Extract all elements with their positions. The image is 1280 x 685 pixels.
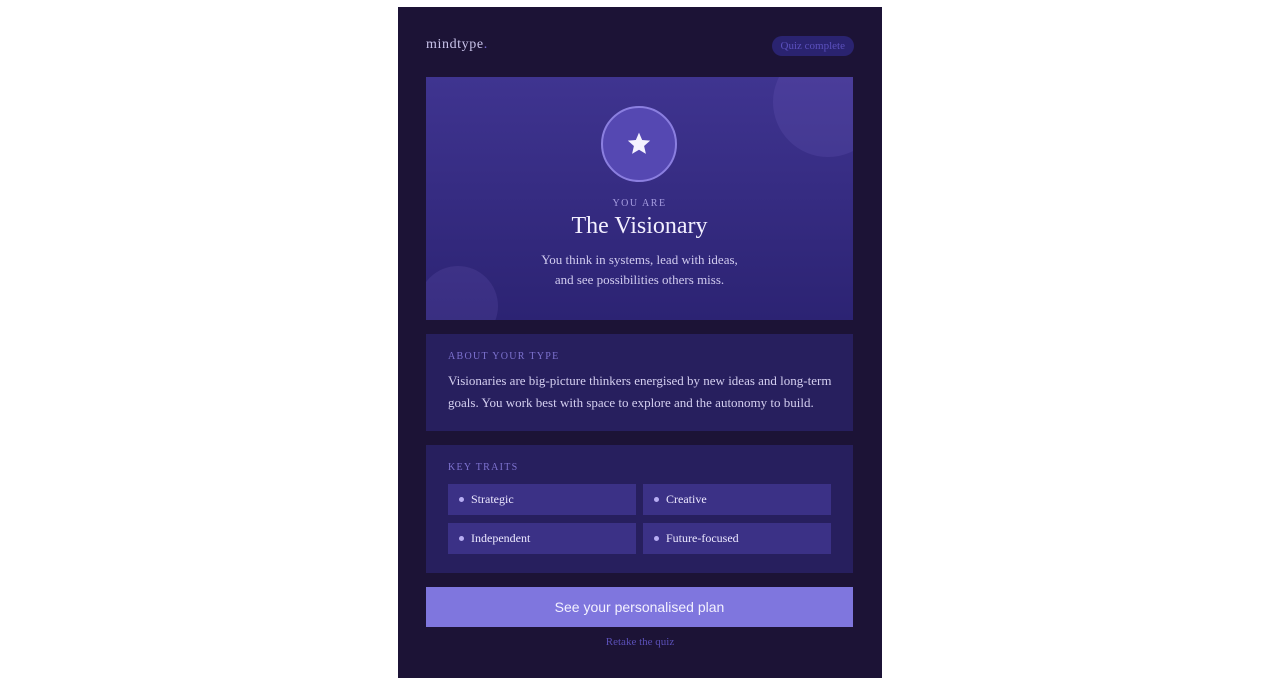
status-badge: Quiz complete: [771, 36, 854, 56]
bullet-dot-icon: [654, 536, 659, 541]
trait-label: Creative: [666, 492, 707, 506]
retake-quiz-link[interactable]: Retake the quiz: [398, 636, 882, 648]
trait-chip: Future-focused: [643, 523, 831, 554]
about-type-card: ABOUT YOUR TYPE Visionaries are big-pict…: [426, 334, 853, 431]
result-description: You think in systems, lead with ideas, a…: [426, 250, 853, 290]
star-icon: [627, 132, 651, 154]
result-eyebrow: YOU ARE: [612, 198, 667, 209]
result-title: The Visionary: [571, 213, 708, 239]
see-plan-button[interactable]: See your personalised plan: [426, 587, 853, 627]
trait-chip: Creative: [643, 484, 831, 515]
trait-label: Future-focused: [666, 531, 739, 545]
bullet-dot-icon: [459, 536, 464, 541]
about-type-heading: ABOUT YOUR TYPE: [448, 351, 560, 362]
key-traits-card: KEY TRAITS Strategic Creative Independen…: [426, 445, 853, 573]
brand-logo: mindtype.: [426, 37, 488, 53]
key-traits-heading: KEY TRAITS: [448, 462, 519, 473]
trait-chip: Independent: [448, 523, 636, 554]
result-screen: mindtype. Quiz complete YOU ARE The Visi…: [398, 7, 882, 678]
type-badge: [601, 106, 677, 182]
bullet-dot-icon: [459, 497, 464, 502]
brand-name: mindtype: [426, 37, 484, 52]
bullet-dot-icon: [654, 497, 659, 502]
trait-chip: Strategic: [448, 484, 636, 515]
trait-label: Strategic: [471, 492, 514, 506]
trait-label: Independent: [471, 531, 531, 545]
about-type-line: goals. You work best with space to explo…: [448, 394, 814, 410]
about-type-line: Visionaries are big-picture thinkers ene…: [448, 373, 832, 388]
result-hero: YOU ARE The Visionary You think in syste…: [426, 77, 853, 320]
decorative-circle-top-right: [773, 77, 853, 157]
result-description-line: You think in systems, lead with ideas,: [541, 252, 738, 267]
result-description-line: and see possibilities others miss.: [554, 272, 725, 287]
about-type-text: Visionaries are big-picture thinkers ene…: [448, 370, 838, 413]
brand-dot: .: [483, 37, 488, 52]
